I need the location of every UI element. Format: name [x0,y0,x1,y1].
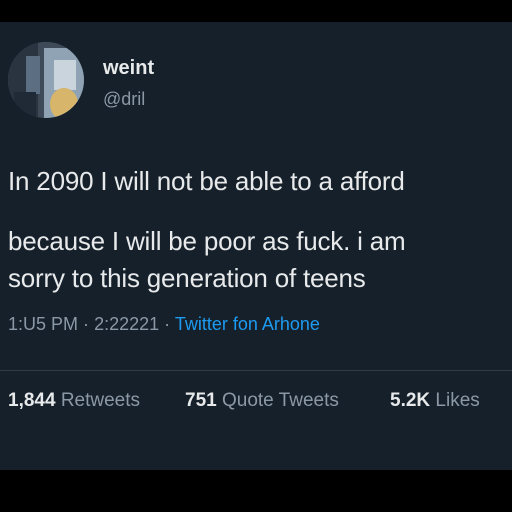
likes-count: 5.2K [390,390,431,411]
likes-stat[interactable]: 5.2K Likes [390,390,480,412]
display-name[interactable]: weint [103,57,154,80]
tweet-date[interactable]: 2:22221 [94,314,159,334]
avatar-image [8,42,84,118]
quote-tweets-label: Quote Tweets [221,390,339,411]
tweet-meta: 1:U5 PM · 2:22221 · Twitter fon Arhone [8,314,320,335]
quote-tweets-stat[interactable]: 751 Quote Tweets [185,390,339,412]
divider [0,370,512,371]
user-handle[interactable]: @dril [103,89,145,110]
tweet-text-line-3: sorry to this generation of teens [8,263,366,293]
meta-separator: · [164,314,171,334]
retweets-label: Retweets [60,390,141,411]
tweet-time[interactable]: 1:U5 PM [8,314,78,334]
meta-separator: · [83,314,90,334]
quote-tweets-count: 751 [185,390,217,411]
avatar[interactable] [8,42,84,118]
likes-label: Likes [435,390,480,411]
tweet-text-line-2: because I will be poor as fuck. i am [8,226,406,256]
retweets-stat[interactable]: 1,844 Retweets [8,390,140,412]
tweet-source-link[interactable]: Twitter fon Arhone [175,314,320,334]
tweet-text-line-1: In 2090 I will not be able to a afford [8,166,405,196]
retweets-count: 1,844 [8,390,56,411]
